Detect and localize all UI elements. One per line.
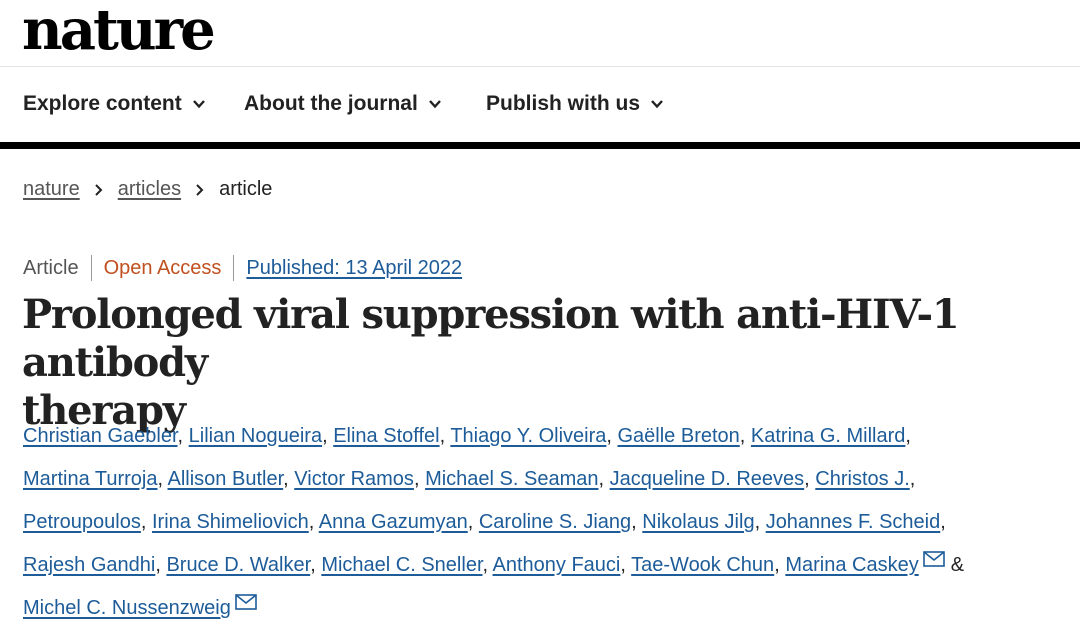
nav-label: Publish with us: [486, 92, 641, 115]
nav-explore-content[interactable]: Explore content: [23, 92, 206, 116]
author-link[interactable]: Anthony Fauci: [493, 554, 621, 576]
author-separator: ,: [413, 468, 420, 490]
author-separator: ,: [439, 425, 446, 447]
author-separator: ,: [940, 511, 946, 533]
author-link[interactable]: Michael C. Sneller: [321, 554, 482, 576]
breadcrumb-articles[interactable]: articles: [118, 178, 181, 201]
author-separator: ,: [774, 554, 780, 576]
author-link[interactable]: Petroupoulos: [23, 511, 141, 533]
meta-divider: [90, 255, 92, 281]
author-separator: ,: [283, 468, 289, 490]
article-type: Article: [23, 256, 79, 279]
chevron-down-icon: [651, 100, 663, 109]
site-header: nature: [0, 0, 1080, 67]
author-separator: ,: [620, 554, 626, 576]
breadcrumb: nature articles article: [23, 178, 272, 201]
article-title: Prolonged viral suppression with anti-HI…: [22, 291, 1062, 435]
author-link[interactable]: Gaëlle Breton: [617, 425, 739, 447]
chevron-down-icon: [428, 100, 441, 109]
author-link[interactable]: Martina Turroja: [23, 468, 158, 490]
author-link[interactable]: Lilian Nogueira: [189, 425, 322, 447]
author-separator: ,: [606, 425, 612, 447]
author-link[interactable]: Michel C. Nussenzweig: [23, 597, 231, 619]
author-link[interactable]: Katrina G. Millard: [751, 425, 906, 447]
author-link[interactable]: Christian Gaebler: [23, 425, 178, 447]
nature-logo[interactable]: nature: [22, 0, 216, 62]
author-ampersand: &: [950, 554, 965, 576]
author-link[interactable]: Anna Gazumyan: [319, 511, 468, 533]
author-separator: ,: [739, 425, 746, 447]
author-link[interactable]: Elina Stoffel: [333, 425, 439, 447]
author-separator: ,: [308, 511, 315, 533]
author-link[interactable]: Caroline S. Jiang: [479, 511, 631, 533]
author-separator: ,: [482, 554, 489, 576]
author-separator: ,: [155, 554, 161, 576]
author-link[interactable]: Jacqueline D. Reeves: [610, 468, 805, 490]
author-list: Christian Gaebler, Lilian Nogueira, Elin…: [23, 415, 1043, 630]
mail-icon[interactable]: [235, 594, 257, 610]
author-separator: ,: [140, 511, 147, 533]
author-separator: ,: [598, 468, 605, 490]
author-link[interactable]: Thiago Y. Oliveira: [450, 425, 606, 447]
author-separator: ,: [754, 511, 761, 533]
author-separator: ,: [157, 468, 164, 490]
author-link[interactable]: Allison Butler: [168, 468, 284, 490]
author-separator: ,: [322, 425, 328, 447]
author-link[interactable]: Tae-Wook Chun: [631, 554, 774, 576]
author-separator: ,: [467, 511, 474, 533]
nav-publish-with-us[interactable]: Publish with us: [486, 92, 664, 116]
author-link[interactable]: Victor Ramos: [294, 468, 414, 490]
breadcrumb-current: article: [219, 178, 273, 200]
published-date-link[interactable]: Published: 13 April 2022: [246, 257, 462, 280]
author-link[interactable]: Irina Shimeliovich: [152, 511, 309, 533]
author-link[interactable]: Rajesh Gandhi: [23, 554, 155, 576]
author-link[interactable]: Johannes F. Scheid: [766, 511, 941, 533]
nav-divider: [0, 142, 1080, 149]
article-title-line-1: Prolonged viral suppression with anti-HI…: [22, 291, 960, 386]
main-nav: Explore content About the journal Publis…: [0, 67, 1080, 142]
author-link[interactable]: Bruce D. Walker: [166, 554, 310, 576]
mail-icon[interactable]: [922, 551, 945, 567]
chevron-right-icon: [196, 183, 204, 196]
author-separator: ,: [310, 554, 316, 576]
open-access-label: Open Access: [103, 256, 222, 279]
author-separator: ,: [177, 425, 184, 447]
author-link[interactable]: Michael S. Seaman: [425, 468, 598, 490]
author-separator: ,: [909, 468, 916, 490]
author-separator: ,: [905, 425, 911, 447]
nav-about-the-journal[interactable]: About the journal: [244, 92, 442, 116]
author-link[interactable]: Marina Caskey: [785, 554, 918, 576]
author-link[interactable]: Christos J.: [815, 468, 909, 490]
chevron-down-icon: [192, 100, 205, 109]
breadcrumb-nature[interactable]: nature: [23, 178, 80, 201]
nav-label: Explore content: [23, 92, 182, 115]
author-separator: ,: [631, 511, 637, 533]
author-link[interactable]: Nikolaus Jilg: [642, 511, 754, 533]
article-meta: Article Open Access Published: 13 April …: [23, 255, 462, 281]
chevron-right-icon: [95, 183, 103, 196]
author-separator: ,: [804, 468, 810, 490]
nav-label: About the journal: [244, 92, 418, 115]
meta-divider: [233, 255, 235, 281]
